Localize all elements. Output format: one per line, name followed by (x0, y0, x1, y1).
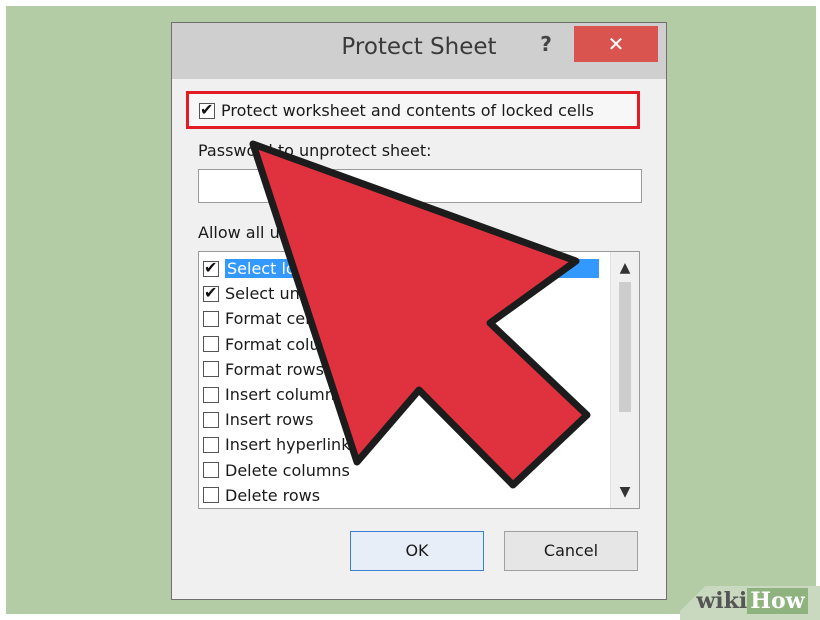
permission-item[interactable]: Delete rows (203, 483, 607, 508)
permission-checkbox[interactable] (203, 283, 219, 302)
ok-button[interactable]: OK (350, 531, 484, 571)
permission-label: Format cells (225, 309, 323, 329)
permission-label: Delete columns (225, 460, 350, 480)
permission-checkbox[interactable] (203, 411, 219, 428)
protect-option-highlight: Protect worksheet and contents of locked… (186, 91, 640, 129)
scroll-up-icon[interactable]: ▲ (611, 256, 639, 280)
protect-worksheet-label: Protect worksheet and contents of locked… (221, 101, 594, 120)
cancel-button[interactable]: Cancel (504, 531, 638, 571)
protect-sheet-dialog: Protect Sheet ? ✕ Protect worksheet and … (171, 22, 667, 600)
permission-label: Insert hyperlinks (225, 435, 359, 455)
permission-item[interactable]: Delete columns (203, 458, 607, 483)
protect-worksheet-checkbox[interactable] (199, 100, 215, 119)
permission-item[interactable]: Insert hyperlinks (203, 432, 607, 457)
permission-label: Select unlocked cells (225, 284, 393, 304)
permission-item[interactable]: Insert columns (203, 382, 607, 407)
permission-label: Format rows (225, 359, 324, 379)
wikihow-logo: wiki How (688, 586, 816, 616)
title-bar: Protect Sheet ? ✕ (172, 23, 666, 79)
permission-checkbox[interactable] (203, 386, 219, 403)
permission-label: Insert columns (225, 385, 344, 404)
permissions-list[interactable]: ▲ ▼ Select locked cells Select unlocked c… (198, 251, 640, 509)
permission-label: Delete rows (225, 485, 321, 505)
help-button[interactable]: ? (532, 29, 560, 59)
permission-checkbox[interactable] (203, 258, 219, 277)
permission-item[interactable]: Format columns (203, 332, 607, 357)
permission-checkbox[interactable] (203, 336, 219, 353)
allow-users-label: Allow all users of this worksheet to: (198, 223, 483, 242)
permission-checkbox[interactable] (203, 361, 219, 378)
watermark-wiki: wiki (696, 588, 748, 614)
password-input[interactable] (198, 169, 642, 203)
scroll-thumb[interactable] (619, 282, 631, 412)
list-scrollbar[interactable]: ▲ ▼ (610, 252, 639, 508)
permission-label: Insert rows (225, 410, 314, 430)
permission-checkbox[interactable] (203, 310, 219, 327)
protect-worksheet-option[interactable]: Protect worksheet and contents of locked… (199, 100, 594, 120)
permission-label: Format columns (225, 334, 354, 354)
permission-checkbox[interactable] (203, 436, 219, 453)
permission-item[interactable]: Select locked cells (203, 256, 607, 281)
permission-item[interactable]: Format cells (203, 306, 607, 331)
password-label: Password to unprotect sheet: (198, 141, 432, 160)
permission-checkbox[interactable] (203, 462, 219, 479)
permission-item[interactable]: Format rows (203, 357, 607, 382)
permission-item[interactable]: Select unlocked cells (203, 281, 607, 306)
close-button[interactable]: ✕ (574, 26, 658, 62)
permission-checkbox[interactable] (203, 487, 219, 504)
permission-label: Select locked cells (225, 259, 599, 278)
scroll-down-icon[interactable]: ▼ (611, 480, 639, 504)
watermark-how: How (747, 588, 808, 614)
permission-item[interactable]: Insert rows (203, 407, 607, 432)
